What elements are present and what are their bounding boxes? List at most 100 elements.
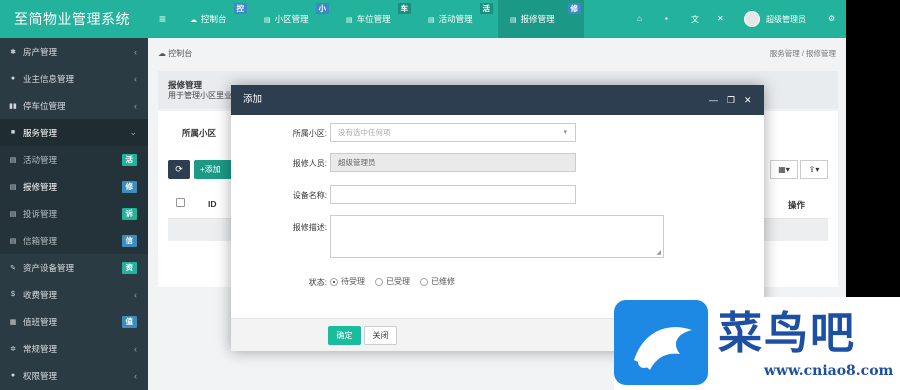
settings-icon[interactable]: ⚙ bbox=[828, 14, 835, 23]
status-radio-pending[interactable]: 待受理 bbox=[330, 276, 365, 287]
top-navbar: ≡ ☁ 控制台控 ▤ 小区管理小 ▤ 车位管理车 ▤ 活动管理活 ▤ 报修管理修 ⌂ ▪ … bbox=[148, 0, 846, 38]
sidebar-item-mailbox[interactable]: ▤ 信箱管理 信 bbox=[0, 227, 148, 254]
radio-label: 待受理 bbox=[341, 277, 365, 286]
status-badge: 修 bbox=[121, 180, 137, 193]
status-badge: 值 bbox=[121, 315, 137, 328]
tab-badge: 小 bbox=[315, 3, 329, 14]
select-all-checkbox[interactable] bbox=[176, 198, 185, 207]
refresh-button[interactable]: ⟳ bbox=[168, 160, 190, 179]
radio-icon bbox=[420, 277, 428, 286]
home-icon[interactable]: ⌂ bbox=[637, 14, 642, 23]
fullscreen-icon[interactable]: ✕ bbox=[717, 14, 724, 23]
status-badge: 资 bbox=[121, 261, 137, 274]
tab-badge: 修 bbox=[567, 3, 581, 14]
list-icon: ▤ bbox=[9, 183, 17, 191]
device-name-input[interactable] bbox=[330, 185, 576, 204]
menu-toggle-icon[interactable]: ≡ bbox=[159, 12, 166, 26]
list-icon: ▤ bbox=[510, 17, 517, 24]
chevron-left-icon: ‹ bbox=[134, 73, 137, 84]
list-icon: ▤ bbox=[428, 17, 435, 24]
radio-icon bbox=[375, 277, 383, 286]
app-root: 至简物业管理系统 ✱ 房产管理 ‹ ● 业主信息管理 ‹ ▮▮ 停车位管理 ‹ ■ 服务管理 ⌄… bbox=[0, 0, 900, 390]
radio-checked-icon bbox=[330, 277, 338, 286]
status-radio-accepted[interactable]: 已受理 bbox=[375, 276, 410, 287]
list-icon: ▤ bbox=[9, 156, 17, 164]
sidebar-item-label: 报修管理 bbox=[23, 181, 58, 192]
sidebar-item-parking[interactable]: ▮▮ 停车位管理 ‹ bbox=[0, 92, 148, 119]
minimize-icon[interactable]: — bbox=[709, 85, 718, 115]
resize-grip-icon[interactable]: ◢ bbox=[656, 249, 661, 256]
tab-badge: 控 bbox=[233, 3, 247, 14]
sidebar-item-assets[interactable]: ✎ 资产设备管理 资 bbox=[0, 254, 148, 281]
tab-activities[interactable]: ▤ 活动管理活 bbox=[416, 0, 496, 38]
reporter-label: 报修人员: bbox=[292, 159, 327, 168]
status-radio-repaired[interactable]: 已维修 bbox=[420, 276, 455, 287]
sidebar-item-label: 权限管理 bbox=[23, 370, 58, 381]
device-label: 设备名称: bbox=[292, 191, 327, 200]
tab-label: 车位管理 bbox=[356, 14, 391, 24]
tab-label: 小区管理 bbox=[274, 14, 309, 24]
sidebar-item-fees[interactable]: $ 收费管理 ‹ bbox=[0, 281, 148, 308]
breadcrumb-path: 服务管理 / 报修管理 bbox=[769, 49, 836, 58]
sidebar-item-label: 服务管理 bbox=[23, 127, 58, 138]
tab-badge: 活 bbox=[479, 3, 493, 14]
chevron-left-icon: ‹ bbox=[134, 289, 137, 300]
sidebar-item-label: 信箱管理 bbox=[23, 235, 58, 246]
sidebar-item-property[interactable]: ✱ 房产管理 ‹ bbox=[0, 38, 148, 65]
close-button[interactable]: 关闭 bbox=[364, 326, 397, 345]
status-badge: 活 bbox=[121, 153, 137, 166]
user-name[interactable]: 超级管理员 bbox=[766, 14, 806, 25]
close-icon[interactable]: ✕ bbox=[744, 85, 752, 115]
sidebar-item-label: 常规管理 bbox=[23, 343, 58, 354]
sidebar-item-complaints[interactable]: ▤ 投诉管理 诉 bbox=[0, 200, 148, 227]
status-radio-group: 待受理 已受理 已维修 bbox=[330, 276, 455, 287]
trash-icon[interactable]: ▪ bbox=[665, 14, 668, 23]
sidebar-item-label: 房产管理 bbox=[23, 46, 58, 57]
chevron-left-icon: ‹ bbox=[134, 100, 137, 111]
chevron-left-icon: ‹ bbox=[134, 46, 137, 57]
tab-parking[interactable]: ▤ 车位管理车 bbox=[334, 0, 414, 38]
tab-repairs[interactable]: ▤ 报修管理 修 bbox=[498, 0, 584, 38]
sidebar-item-label: 值班管理 bbox=[23, 316, 58, 327]
service-icon: ■ bbox=[10, 129, 16, 136]
sidebar-item-label: 资产设备管理 bbox=[23, 262, 75, 273]
community-select[interactable]: 没有选中任何项 ▾ bbox=[330, 123, 576, 142]
radio-label: 已维修 bbox=[431, 277, 455, 286]
dialog-title: 添加 bbox=[243, 94, 263, 105]
export-button[interactable]: ⇪▾ bbox=[800, 160, 828, 179]
watermark-url: www.cniao8.com bbox=[764, 363, 894, 379]
tab-community[interactable]: ▤ 小区管理小 bbox=[252, 0, 332, 38]
columns-button[interactable]: ▦▾ bbox=[770, 160, 798, 179]
sidebar-item-duty[interactable]: ▦ 值班管理 值 bbox=[0, 308, 148, 335]
status-badge: 诉 bbox=[121, 207, 137, 220]
sidebar-item-permissions[interactable]: ● 权限管理 ‹ bbox=[0, 362, 148, 389]
avatar[interactable] bbox=[744, 11, 760, 27]
column-actions: 操作 bbox=[788, 200, 806, 210]
radio-label: 已受理 bbox=[386, 277, 410, 286]
add-label: 添加 bbox=[204, 165, 221, 174]
community-placeholder: 没有选中任何项 bbox=[338, 128, 391, 137]
status-label: 状态: bbox=[308, 278, 327, 287]
sidebar-item-owners[interactable]: ● 业主信息管理 ‹ bbox=[0, 65, 148, 92]
breadcrumb[interactable]: ☁ 控制台 bbox=[158, 48, 192, 59]
breadcrumb-label: 控制台 bbox=[168, 49, 193, 58]
tab-dashboard[interactable]: ☁ 控制台控 bbox=[178, 0, 250, 38]
lang-icon[interactable]: 文 bbox=[691, 14, 699, 25]
list-icon: ▤ bbox=[264, 17, 271, 24]
bird-logo-icon bbox=[614, 300, 708, 385]
tab-label: 报修管理 bbox=[520, 14, 555, 24]
dashboard-icon: ☁ bbox=[158, 49, 169, 58]
sidebar-item-activities[interactable]: ▤ 活动管理 活 bbox=[0, 146, 148, 173]
calendar-icon: ▦ bbox=[9, 318, 17, 326]
add-button[interactable]: +添加 bbox=[194, 160, 234, 179]
maximize-icon[interactable]: ❐ bbox=[727, 85, 735, 115]
reporter-field[interactable]: 超级管理员 bbox=[330, 153, 576, 172]
list-icon: ▤ bbox=[9, 210, 17, 218]
description-textarea[interactable]: ◢ bbox=[330, 215, 664, 258]
sidebar-item-general[interactable]: ✲ 常规管理 ‹ bbox=[0, 335, 148, 362]
status-badge: 信 bbox=[121, 234, 137, 247]
chevron-left-icon: ‹ bbox=[134, 343, 137, 354]
confirm-button[interactable]: 确定 bbox=[328, 326, 361, 345]
sidebar-item-service[interactable]: ■ 服务管理 ⌄ bbox=[0, 119, 148, 146]
sidebar-item-repairs[interactable]: ▤ 报修管理 修 bbox=[0, 173, 148, 200]
